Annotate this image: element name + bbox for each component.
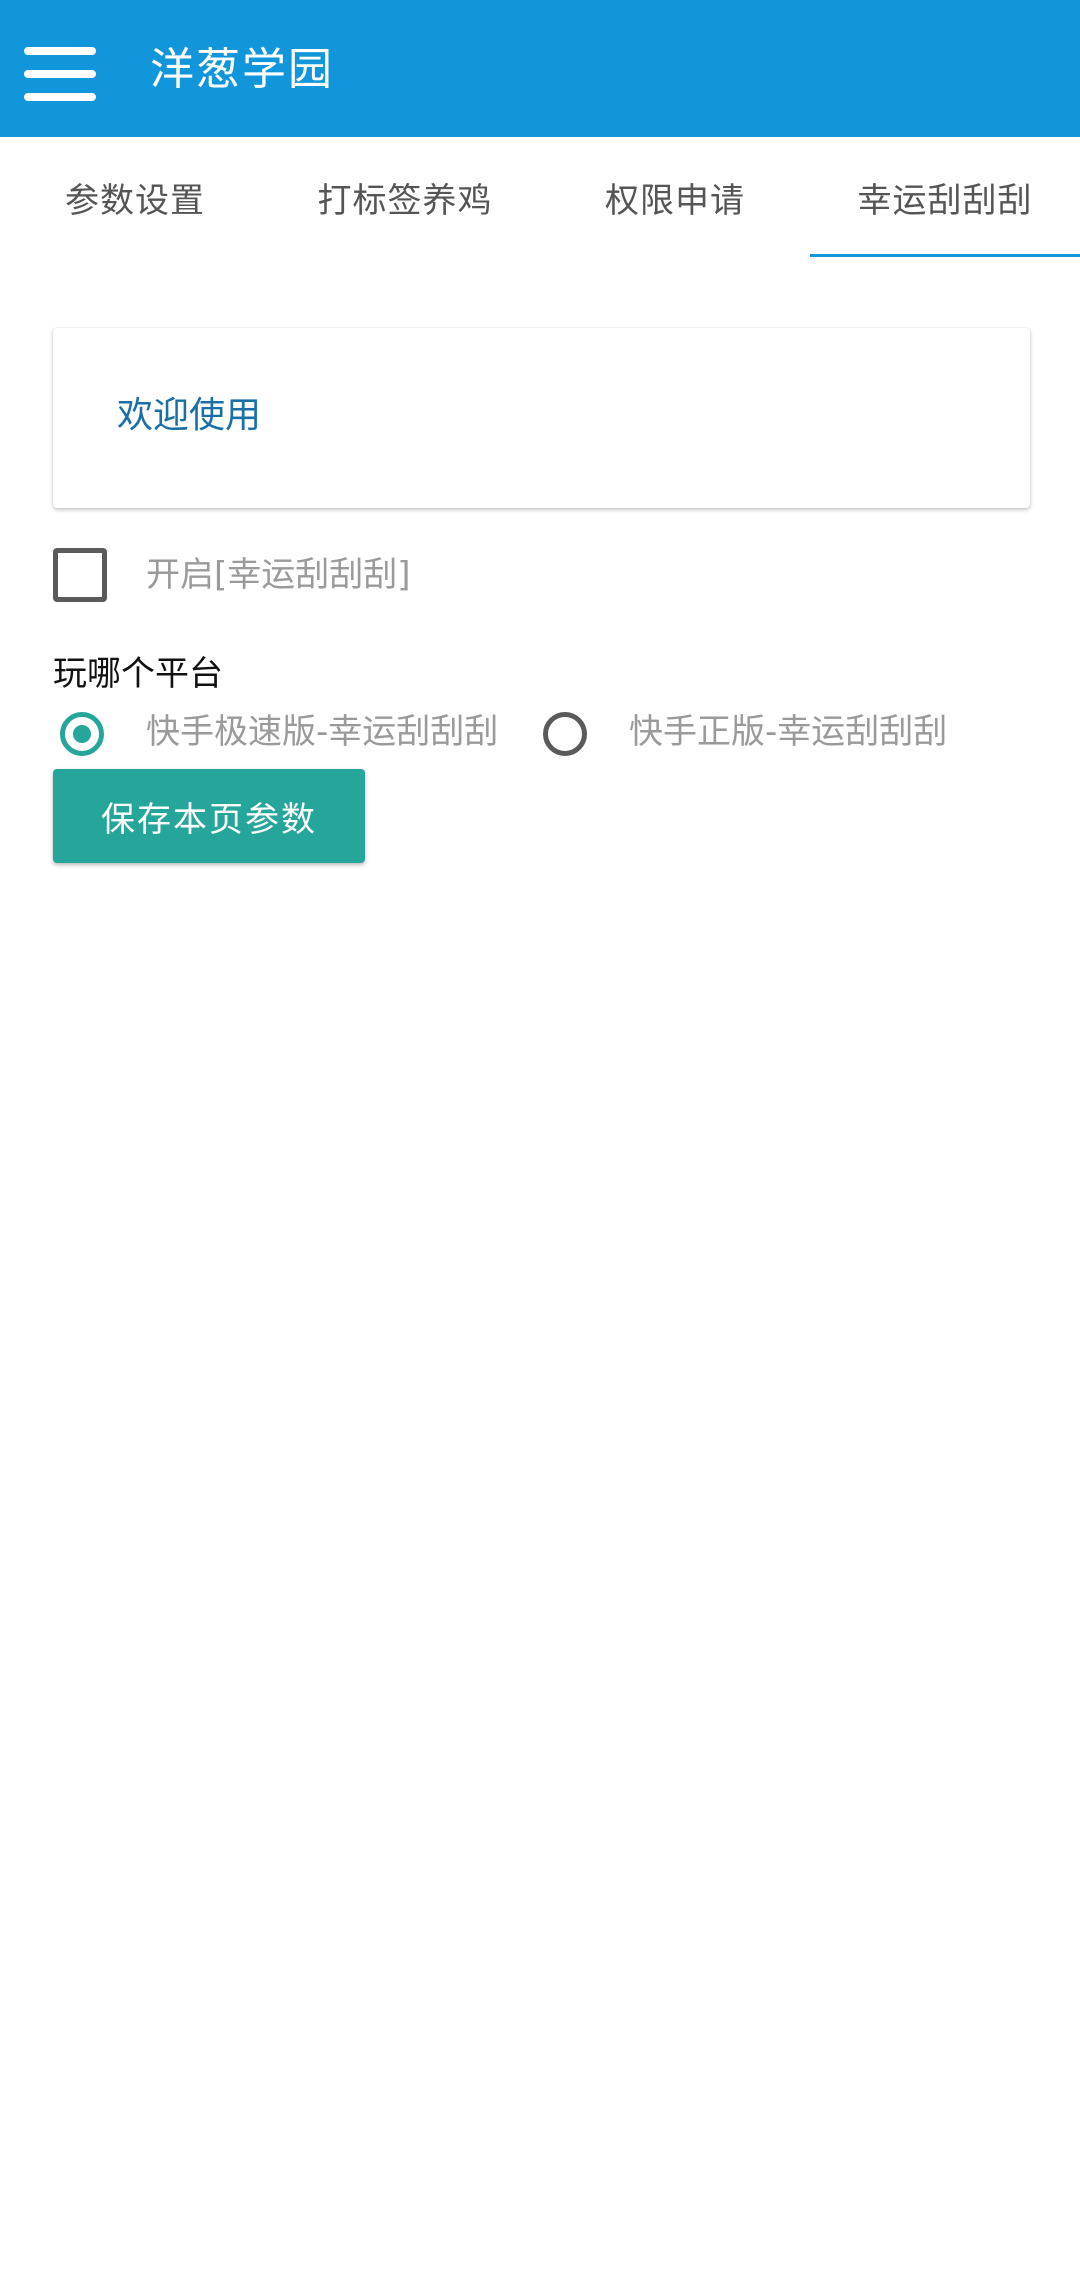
radio-selected-icon[interactable]	[60, 712, 104, 756]
welcome-card: 欢迎使用	[53, 328, 1030, 508]
tab-lucky-scratch[interactable]: 幸运刮刮刮	[810, 137, 1080, 257]
welcome-text: 欢迎使用	[117, 395, 262, 436]
enable-lucky-scratch-checkbox[interactable]	[53, 548, 107, 602]
tab-bar: 参数设置 打标签养鸡 权限申请 幸运刮刮刮	[0, 137, 1080, 257]
app-title: 洋葱学园	[150, 44, 334, 95]
radio-dot	[73, 725, 91, 743]
active-tab-indicator	[810, 254, 1080, 257]
save-page-parameters-button[interactable]: 保存本页参数	[53, 769, 365, 863]
platform-question: 玩哪个平台	[53, 654, 223, 694]
enable-lucky-scratch-label: 开启[幸运刮刮刮]	[146, 555, 411, 595]
menu-icon-line	[24, 93, 96, 101]
radio-unselected-icon[interactable]	[543, 712, 587, 756]
app-screen: 洋葱学园 参数设置 打标签养鸡 权限申请 幸运刮刮刮 欢迎使用 开启[幸运刮刮刮…	[0, 0, 1080, 2290]
platform-option-label: 快手正版-幸运刮刮刮	[629, 712, 948, 752]
tab-parameter-settings[interactable]: 参数设置	[0, 137, 270, 257]
tab-tag-raise-chicken[interactable]: 打标签养鸡	[270, 137, 540, 257]
enable-lucky-scratch-option[interactable]: 开启[幸运刮刮刮]	[53, 544, 753, 604]
menu-icon-line	[24, 70, 96, 78]
tab-permission-request[interactable]: 权限申请	[540, 137, 810, 257]
menu-icon-line	[24, 47, 96, 55]
top-app-bar: 洋葱学园	[0, 0, 1080, 137]
platform-option-label: 快手极速版-幸运刮刮刮	[146, 712, 499, 752]
hamburger-menu-icon[interactable]	[24, 43, 96, 105]
